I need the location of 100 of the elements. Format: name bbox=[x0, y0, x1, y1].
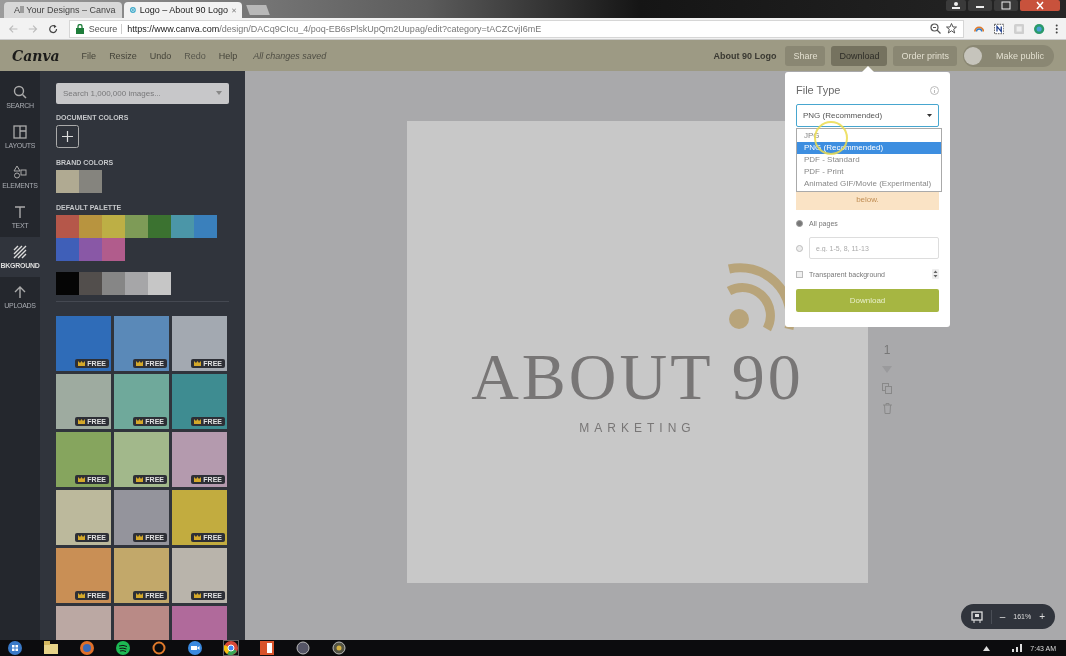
secure-label: Secure bbox=[88, 23, 123, 34]
arcs-logo-icon bbox=[725, 261, 797, 333]
n-letter-icon[interactable] bbox=[993, 22, 1005, 35]
file-type-select[interactable]: PNG (Recommended) bbox=[796, 104, 939, 127]
camera-app-icon[interactable] bbox=[188, 641, 202, 655]
crown-icon bbox=[194, 535, 202, 540]
upload-arrow-icon bbox=[13, 285, 27, 299]
zoom-icon[interactable] bbox=[929, 23, 941, 34]
canva-logo[interactable]: Canva bbox=[12, 47, 60, 64]
color-swatch[interactable] bbox=[56, 272, 79, 295]
crown-icon bbox=[136, 419, 144, 424]
color-swatch[interactable] bbox=[125, 215, 148, 238]
crown-icon bbox=[136, 593, 144, 598]
caret-icon bbox=[927, 114, 932, 117]
tray-arrow-icon[interactable] bbox=[983, 645, 991, 651]
crown-icon bbox=[78, 419, 86, 424]
save-status: All changes saved bbox=[253, 50, 327, 61]
color-swatch[interactable] bbox=[125, 272, 148, 295]
color-swatch[interactable] bbox=[148, 215, 171, 238]
hatch-icon bbox=[13, 245, 27, 259]
rainbow-icon[interactable] bbox=[973, 24, 984, 33]
globe-icon[interactable] bbox=[1034, 22, 1045, 35]
star-icon[interactable] bbox=[945, 23, 957, 34]
color-swatch[interactable] bbox=[56, 215, 79, 238]
caret-icon bbox=[216, 91, 222, 95]
copy-icon[interactable] bbox=[882, 383, 892, 394]
dropdown-option[interactable]: PDF - Standard bbox=[797, 154, 941, 166]
radio-button[interactable] bbox=[796, 244, 803, 252]
folder-icon[interactable] bbox=[44, 641, 58, 655]
ring-icon[interactable] bbox=[152, 641, 166, 655]
add-color-button[interactable] bbox=[56, 125, 79, 148]
color-swatch[interactable] bbox=[79, 170, 102, 193]
panel-title: File Type bbox=[796, 84, 841, 96]
forward-icon[interactable] bbox=[28, 22, 39, 35]
crown-icon bbox=[194, 419, 202, 424]
color-swatch[interactable] bbox=[148, 272, 171, 295]
color-swatch[interactable] bbox=[56, 238, 79, 261]
radio-button[interactable] bbox=[796, 220, 803, 227]
layout-icon bbox=[13, 125, 27, 139]
trash-icon[interactable] bbox=[882, 403, 892, 414]
logo-title: ABOUT 90 bbox=[471, 339, 804, 415]
chrome-icon[interactable] bbox=[224, 641, 238, 655]
back-icon[interactable] bbox=[8, 22, 19, 35]
crown-icon bbox=[194, 593, 202, 598]
network-icon[interactable] bbox=[1012, 644, 1023, 652]
square-icon[interactable] bbox=[1014, 22, 1025, 35]
media-icon[interactable] bbox=[296, 641, 310, 655]
present-icon[interactable] bbox=[970, 610, 983, 623]
menu-item[interactable]: Resize bbox=[109, 50, 137, 61]
crown-icon bbox=[136, 535, 144, 540]
browser-icon[interactable] bbox=[80, 641, 94, 655]
color-swatch[interactable] bbox=[79, 272, 102, 295]
menu-item[interactable]: Help bbox=[218, 50, 238, 61]
browser-tab[interactable]: Logo – About 90 Logo bbox=[124, 2, 242, 18]
site-icon bbox=[130, 5, 136, 15]
checkbox[interactable] bbox=[796, 270, 803, 278]
maximize-icon[interactable] bbox=[994, 0, 1018, 11]
menu-item[interactable]: File bbox=[81, 50, 97, 61]
spinner-icon[interactable] bbox=[932, 269, 939, 279]
dropdown-option[interactable]: PDF - Print bbox=[797, 166, 941, 178]
lock-icon bbox=[75, 23, 84, 34]
close-icon[interactable] bbox=[1020, 0, 1060, 11]
color-swatch[interactable] bbox=[102, 272, 125, 295]
reload-icon[interactable] bbox=[48, 22, 59, 35]
office-icon[interactable] bbox=[260, 641, 274, 655]
more-icon[interactable] bbox=[1054, 22, 1059, 35]
crown-icon bbox=[78, 593, 86, 598]
search-field[interactable]: Search 1,000,000 images... bbox=[56, 83, 229, 104]
color-swatch[interactable] bbox=[102, 215, 125, 238]
url-text: https://www.canva.com/design/DACq9CIcu_4/poq-EB6sPlskUpQm2Uupag/edit?category=tACZCvjI6mE bbox=[127, 23, 542, 34]
color-swatch[interactable] bbox=[102, 238, 125, 261]
close-icon bbox=[231, 6, 236, 14]
crown-icon bbox=[78, 535, 86, 540]
color-swatch[interactable] bbox=[79, 215, 102, 238]
crown-icon bbox=[136, 477, 144, 482]
minimize-icon[interactable] bbox=[968, 0, 992, 11]
info-icon bbox=[930, 85, 939, 95]
dropdown-option[interactable]: Animated GIF/Movie (Experimental) bbox=[797, 178, 941, 190]
browser-tab[interactable]: All Your Designs – Canva bbox=[4, 2, 122, 18]
zoom-in-button[interactable]: + bbox=[1039, 611, 1045, 622]
address-field[interactable]: Secure https://www.canva.com/design/DACq9CIcu_4/poq-EB6sPlskUpQm2Uupag/edit?category=tACZCvjI6mE bbox=[68, 19, 964, 38]
crown-icon bbox=[194, 477, 202, 482]
crown-icon bbox=[194, 361, 202, 366]
search-icon bbox=[13, 85, 27, 99]
crown-icon bbox=[78, 477, 86, 482]
start-orb-icon[interactable] bbox=[8, 641, 22, 655]
color-swatch[interactable] bbox=[56, 170, 79, 193]
zoom-out-button[interactable]: – bbox=[999, 611, 1006, 622]
text-icon bbox=[13, 205, 27, 219]
shapes-icon bbox=[13, 165, 27, 179]
app-icon[interactable] bbox=[332, 641, 346, 655]
color-swatch[interactable] bbox=[171, 215, 194, 238]
color-swatch[interactable] bbox=[194, 215, 217, 238]
color-swatch[interactable] bbox=[79, 238, 102, 261]
music-app-icon[interactable] bbox=[116, 641, 130, 655]
menu-item[interactable]: Undo bbox=[149, 50, 172, 61]
new-tab-button[interactable] bbox=[246, 5, 270, 15]
user-icon[interactable] bbox=[946, 0, 966, 11]
logo-subtitle: MARKETING bbox=[579, 421, 696, 435]
crown-icon bbox=[136, 361, 144, 366]
